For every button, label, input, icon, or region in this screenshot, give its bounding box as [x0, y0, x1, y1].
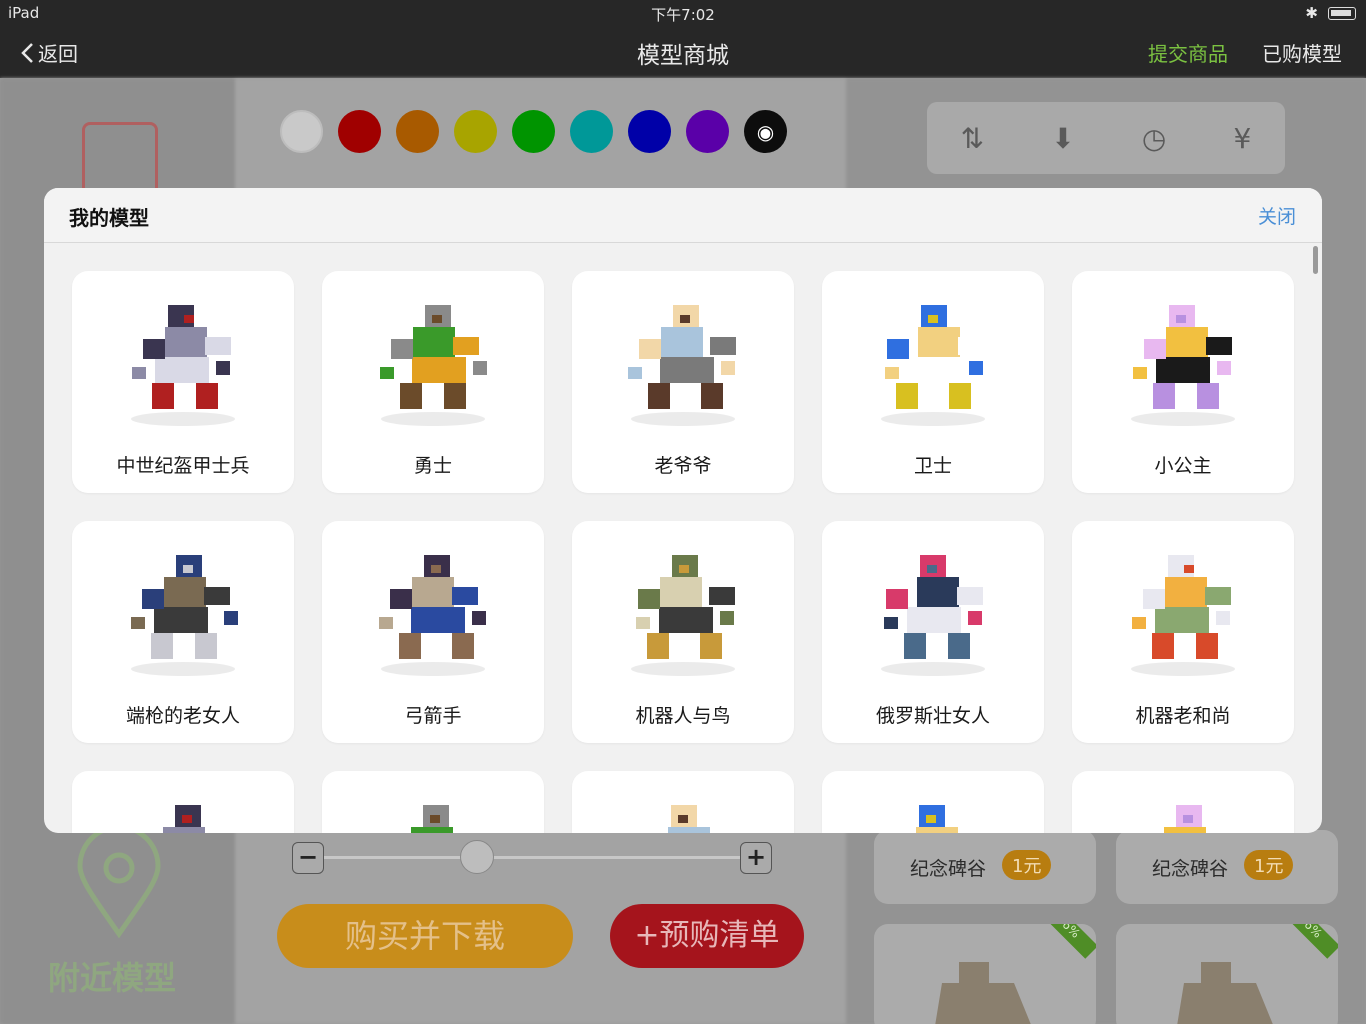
slider-track: [322, 856, 758, 859]
bluetooth-icon: ✱: [1305, 4, 1318, 22]
status-time: 下午7:02: [651, 6, 715, 24]
slider-thumb[interactable]: [460, 840, 494, 874]
guard-icon: [852, 287, 1014, 437]
swatch-white[interactable]: [280, 110, 323, 153]
swatch-red[interactable]: [338, 110, 381, 153]
model-card[interactable]: 老爷爷: [572, 271, 794, 493]
status-icons: ✱: [1305, 4, 1356, 22]
model-card[interactable]: [72, 771, 294, 833]
swatch-cyan[interactable]: [570, 110, 613, 153]
model-card[interactable]: 俄罗斯壮女人: [822, 521, 1044, 743]
model-icon: [102, 787, 264, 833]
model-card-label: 机器老和尚: [1135, 705, 1231, 727]
camera-button[interactable]: ◉: [744, 110, 787, 153]
model-card[interactable]: 机器老和尚: [1072, 521, 1294, 743]
store-card-price: 1元: [1002, 850, 1052, 880]
status-bar: iPad 下午7:02 ✱: [0, 0, 1366, 26]
model-card-label: 端枪的老女人: [125, 705, 240, 727]
color-swatches: ◉: [280, 110, 787, 153]
zoom-out-button[interactable]: −: [292, 842, 324, 874]
model-card[interactable]: 小公主: [1072, 271, 1294, 493]
swatch-green[interactable]: [512, 110, 555, 153]
sort-alpha-icon[interactable]: ⇅: [961, 122, 984, 155]
princess-icon: [1102, 287, 1264, 437]
discount-ribbon: -66%: [1032, 924, 1096, 959]
archer-icon: [352, 537, 514, 687]
swatch-orange[interactable]: [396, 110, 439, 153]
model-card[interactable]: 端枪的老女人: [72, 521, 294, 743]
sort-download-icon[interactable]: ⬇: [1051, 122, 1074, 155]
zoom-in-button[interactable]: +: [740, 842, 772, 874]
nearby-models-label: 附近模型: [48, 959, 177, 997]
close-button[interactable]: 关闭: [1258, 202, 1296, 229]
model-card[interactable]: [322, 771, 544, 833]
model-card-label: 老爷爷: [654, 455, 712, 477]
battery-icon: [1328, 6, 1356, 20]
modal-title: 我的模型: [69, 206, 149, 230]
model-card-label: 俄罗斯壮女人: [875, 705, 990, 727]
store-card[interactable]: 纪念碑谷 1元: [1116, 830, 1338, 904]
model-card-label: 弓箭手: [404, 705, 462, 727]
store-card[interactable]: -66%: [874, 924, 1096, 1024]
scrollbar[interactable]: [1313, 246, 1318, 274]
model-icon: [1102, 787, 1264, 833]
robot-monk-icon: [1102, 537, 1264, 687]
model-card-label: 卫士: [913, 455, 952, 477]
my-models-modal: 我的模型 关闭 中世纪盔甲士兵 勇士 老爷爷 卫士 小公主端枪的老女人 弓箭手 机器人与鸟 俄…: [44, 188, 1322, 833]
model-card-label: 小公主: [1154, 455, 1212, 477]
old-man-icon: [602, 287, 764, 437]
swatch-purple[interactable]: [686, 110, 729, 153]
preorder-button[interactable]: +预购清单: [610, 904, 804, 968]
warrior-icon: [352, 287, 514, 437]
castle-thumbnail: [934, 962, 1034, 1024]
buy-download-button[interactable]: 购买并下载: [277, 904, 573, 968]
model-icon: [352, 787, 514, 833]
model-card[interactable]: [1072, 771, 1294, 833]
store-card[interactable]: -66%: [1116, 924, 1338, 1024]
model-card[interactable]: 弓箭手: [322, 521, 544, 743]
armored-knight-icon: [102, 287, 264, 437]
model-card-label: 勇士: [413, 455, 452, 477]
model-card-label: 中世纪盔甲士兵: [116, 455, 250, 477]
model-card-label: 机器人与鸟: [635, 705, 731, 727]
submit-goods-button[interactable]: 提交商品: [1148, 38, 1228, 67]
purchased-models-button[interactable]: 已购模型: [1262, 38, 1342, 67]
size-slider[interactable]: − +: [292, 840, 788, 874]
store-card-price: 1元: [1244, 850, 1294, 880]
sort-price-icon[interactable]: ¥: [1234, 122, 1252, 155]
strong-woman-icon: [852, 537, 1014, 687]
model-icon: [852, 787, 1014, 833]
nav-bar: 返回 模型商城 提交商品 已购模型: [0, 26, 1366, 78]
model-card[interactable]: 勇士: [322, 271, 544, 493]
modal-header: 我的模型 关闭: [44, 188, 1322, 243]
model-card[interactable]: [572, 771, 794, 833]
swatch-yellow[interactable]: [454, 110, 497, 153]
discount-ribbon: -66%: [1274, 924, 1338, 959]
model-card[interactable]: 中世纪盔甲士兵: [72, 271, 294, 493]
location-pin-icon: [77, 828, 161, 938]
castle-thumbnail: [1176, 962, 1276, 1024]
robot-bird-icon: [602, 537, 764, 687]
camera-icon: ◉: [756, 119, 775, 144]
model-icon: [602, 787, 764, 833]
swatch-blue[interactable]: [628, 110, 671, 153]
model-card[interactable]: [822, 771, 1044, 833]
model-card[interactable]: 机器人与鸟: [572, 521, 794, 743]
sniper-woman-icon: [102, 537, 264, 687]
model-card[interactable]: 卫士: [822, 271, 1044, 493]
store-card-name: 纪念碑谷: [1152, 858, 1229, 880]
sort-toolbar: ⇅ ⬇ ◷ ¥: [927, 102, 1285, 174]
sort-time-icon[interactable]: ◷: [1142, 122, 1166, 155]
store-card-name: 纪念碑谷: [910, 858, 987, 880]
store-card[interactable]: 纪念碑谷 1元: [874, 830, 1096, 904]
